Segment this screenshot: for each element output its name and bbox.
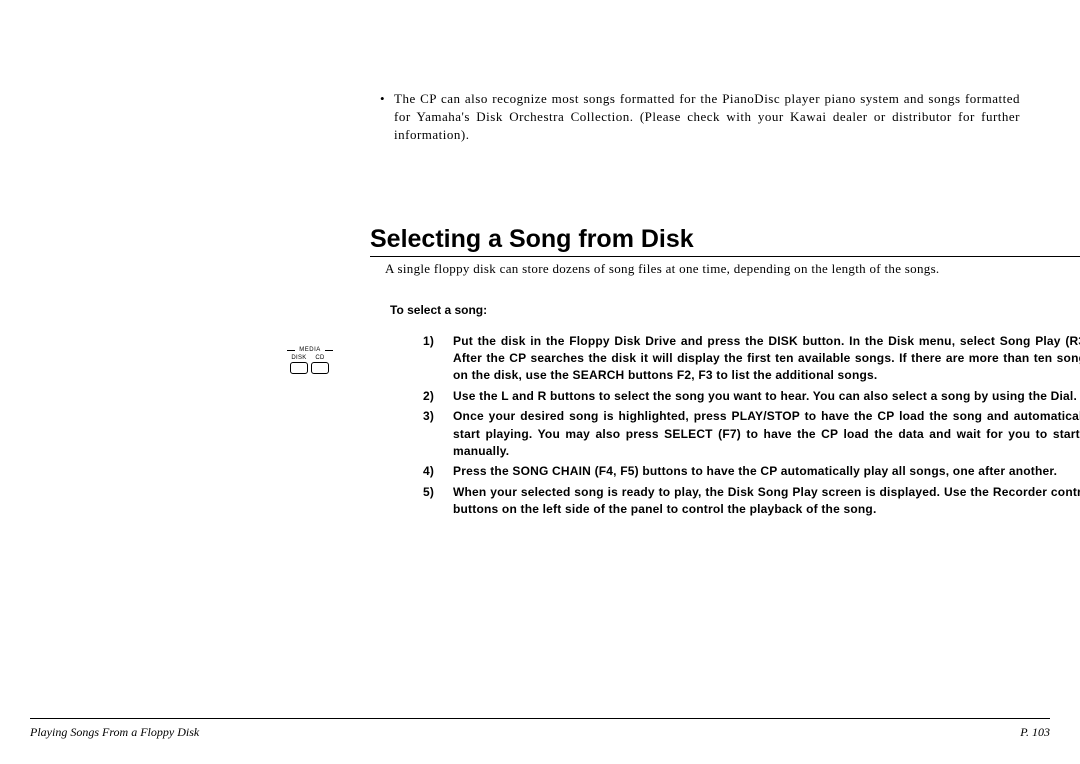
cd-label: CD: [315, 355, 324, 361]
disk-button-icon: [290, 362, 308, 374]
steps-list: Put the disk in the Floppy Disk Drive an…: [423, 333, 1080, 519]
section-description: A single floppy disk can store dozens of…: [385, 261, 1020, 277]
page-footer: Playing Songs From a Floppy Disk P. 103: [30, 718, 1050, 740]
step-item: Put the disk in the Floppy Disk Drive an…: [423, 333, 1080, 385]
media-button-diagram: MEDIA DISK CD: [290, 347, 330, 374]
media-group-label: MEDIA: [290, 347, 330, 353]
steps-subtitle: To select a song:: [390, 303, 1020, 317]
section-heading: Selecting a Song from Disk: [370, 225, 1080, 257]
footer-section-title: Playing Songs From a Floppy Disk: [30, 725, 199, 740]
step-item: Press the SONG CHAIN (F4, F5) buttons to…: [423, 463, 1080, 480]
step-item: Use the L and R buttons to select the so…: [423, 388, 1080, 405]
intro-note: The CP can also recognize most songs for…: [380, 90, 1020, 145]
disk-label: DISK: [291, 355, 306, 361]
cd-button-icon: [311, 362, 329, 374]
step-item: Once your desired song is highlighted, p…: [423, 408, 1080, 460]
footer-page-number: P. 103: [1020, 725, 1050, 740]
step-item: When your selected song is ready to play…: [423, 484, 1080, 519]
